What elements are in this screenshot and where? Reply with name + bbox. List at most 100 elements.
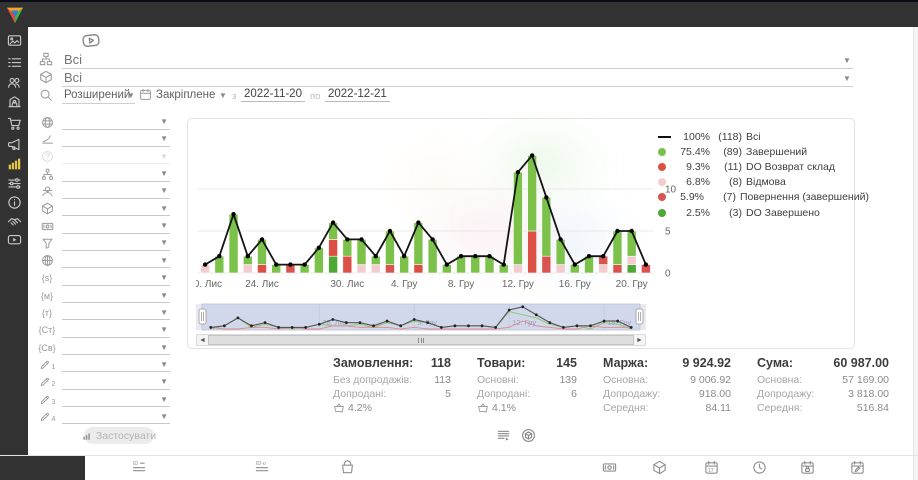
legend-dot xyxy=(658,163,666,171)
bag-icon[interactable] xyxy=(340,460,355,475)
filter-select[interactable]: ▼ xyxy=(62,201,170,216)
ramp-icon xyxy=(41,133,54,146)
calendar-edit-icon[interactable] xyxy=(850,460,865,475)
chevron-down-icon: ▼ xyxy=(160,169,168,178)
legend-item[interactable]: 5.9%(7)Повернення (завершений) xyxy=(658,190,852,205)
text-icon: {т} xyxy=(42,308,52,318)
chevron-down-icon: ▼ xyxy=(160,152,168,161)
stat-column: Маржа:9 924.92Основна:9 006.92Допродажу:… xyxy=(603,356,731,415)
filter-select[interactable]: ▼ xyxy=(62,132,170,147)
legend-item[interactable]: 9.3%(11)DO Возврат склад xyxy=(658,159,852,174)
chart-scrollbar[interactable]: ◄ ► xyxy=(196,334,646,346)
stat-row: Допродажу:918.00 xyxy=(603,387,731,401)
date-from-field[interactable]: 2022-11-20 xyxy=(241,88,305,102)
svg-text:ID-o: ID-o xyxy=(256,461,266,467)
chevron-down-icon[interactable]: ▼ xyxy=(843,74,851,83)
chevron-down-icon: ▼ xyxy=(160,117,168,126)
image-card-icon[interactable] xyxy=(0,31,28,49)
text-icon: {м} xyxy=(41,291,53,301)
filter-select[interactable]: ▼ xyxy=(62,392,170,407)
source-filter-select[interactable] xyxy=(62,52,853,69)
calendar-17-icon[interactable]: 17 xyxy=(704,460,719,475)
summary-stats: Замовлення:118Без допродажів:113Допродан… xyxy=(333,356,889,415)
chevron-down-icon: ▼ xyxy=(160,308,168,317)
stat-column: Товари:145Основні:139Допродані:6x4.1% xyxy=(477,356,577,415)
list-flag-icon[interactable] xyxy=(496,428,511,443)
globe-icon xyxy=(41,116,54,129)
filter-select[interactable]: ▼ xyxy=(62,184,170,199)
filter-select[interactable]: ▼ xyxy=(62,115,170,130)
banknote-icon[interactable] xyxy=(602,460,617,475)
sliders-icon[interactable] xyxy=(0,174,28,192)
filter-row-ramp: ▼ xyxy=(38,131,170,147)
period-dropdown[interactable]: Закріплене xyxy=(156,89,215,101)
chevron-down-icon: ▼ xyxy=(160,325,168,334)
megaphone-icon[interactable] xyxy=(0,135,28,153)
scroll-left-arrow-icon[interactable]: ◄ xyxy=(197,335,208,345)
id-lines-icon[interactable]: ID xyxy=(132,460,147,475)
video-icon[interactable] xyxy=(0,230,28,248)
calendar-lock-icon[interactable] xyxy=(800,460,815,475)
filter-select[interactable]: ▼ xyxy=(62,288,170,303)
filter-row-Ст: {Ст} ▼ xyxy=(38,322,170,338)
handshake-icon[interactable] xyxy=(0,212,28,230)
svg-text:12. Гру: 12. Гру xyxy=(502,279,534,290)
filter-select[interactable]: ▼ xyxy=(62,149,170,164)
filter-select[interactable]: ▼ xyxy=(62,323,170,338)
date-to-field[interactable]: 2022-12-21 xyxy=(325,88,390,102)
filter-select[interactable]: ▼ xyxy=(62,236,170,251)
id-o-icon[interactable]: ID-o xyxy=(255,460,270,475)
stat-row: Допродані:6 xyxy=(477,387,577,401)
bottom-divider xyxy=(0,455,918,456)
search-icon[interactable] xyxy=(39,88,53,102)
page-scrollbar[interactable] xyxy=(913,27,918,480)
sitemap-icon xyxy=(41,168,54,181)
brand-logo[interactable] xyxy=(4,4,26,26)
info-icon[interactable] xyxy=(0,193,28,211)
chevron-down-icon[interactable]: ▼ xyxy=(219,91,227,100)
text-icon: {Ст} xyxy=(39,325,56,335)
chevron-down-icon: ▼ xyxy=(160,273,168,282)
top-bar xyxy=(0,0,918,27)
legend-item[interactable]: 100%(118)Всі xyxy=(658,129,852,144)
cube-circle-icon[interactable] xyxy=(521,428,536,443)
filter-select[interactable]: ▼ xyxy=(62,253,170,268)
filter-row-м: {м} ▼ xyxy=(38,288,170,304)
filter-select[interactable]: ▼ xyxy=(62,409,170,424)
filter-select[interactable]: ▼ xyxy=(62,305,170,320)
filter-select[interactable]: ▼ xyxy=(62,219,170,234)
legend-dot xyxy=(658,193,666,201)
product-filter-select[interactable] xyxy=(62,70,853,87)
calendar-icon[interactable] xyxy=(139,88,152,101)
svg-text:x: x xyxy=(485,410,487,414)
stat-row: Середня:516.84 xyxy=(757,401,889,415)
legend-item[interactable]: 6.8%(8)Відмова xyxy=(658,175,852,190)
chart-bars-icon[interactable] xyxy=(0,154,28,172)
chevron-down-icon: ▼ xyxy=(160,134,168,143)
svg-text:4. Гру: 4. Гру xyxy=(391,279,417,290)
legend-item[interactable]: 2.5%(3)DO Завершено xyxy=(658,205,852,220)
scrollbar-thumb[interactable] xyxy=(208,335,634,345)
orders-chart[interactable]: 051020. Лис24. Лис30. Лис4. Гру8. Гру12.… xyxy=(196,125,688,297)
search-mode-underline xyxy=(62,88,135,104)
cube-icon[interactable] xyxy=(652,460,667,475)
filter-select[interactable]: ▼ xyxy=(62,340,170,355)
cart-icon[interactable] xyxy=(0,114,28,132)
scroll-right-arrow-icon[interactable]: ► xyxy=(634,335,645,345)
apply-filters-button[interactable]: Застосувати xyxy=(84,427,154,444)
funnel-icon xyxy=(41,237,54,250)
users-icon[interactable] xyxy=(0,73,28,91)
filter-select[interactable]: ▼ xyxy=(62,357,170,372)
legend-item[interactable]: 75.4%(89)Завершений xyxy=(658,144,852,159)
filter-select[interactable]: ▼ xyxy=(62,375,170,390)
building-icon[interactable] xyxy=(0,92,28,110)
clock-icon[interactable] xyxy=(752,460,767,475)
filter-select[interactable]: ▼ xyxy=(62,271,170,286)
svg-text:30. Лис: 30. Лис xyxy=(330,279,364,290)
video-hint-icon[interactable] xyxy=(78,30,104,51)
filter-select[interactable]: ▼ xyxy=(62,167,170,182)
list-icon[interactable] xyxy=(0,53,28,71)
filter-row-т: {т} ▼ xyxy=(38,305,170,321)
chevron-down-icon[interactable]: ▼ xyxy=(843,56,851,65)
chart-navigator[interactable]: 28. Лис5. Гру12. Гру19. Гру xyxy=(196,303,646,333)
